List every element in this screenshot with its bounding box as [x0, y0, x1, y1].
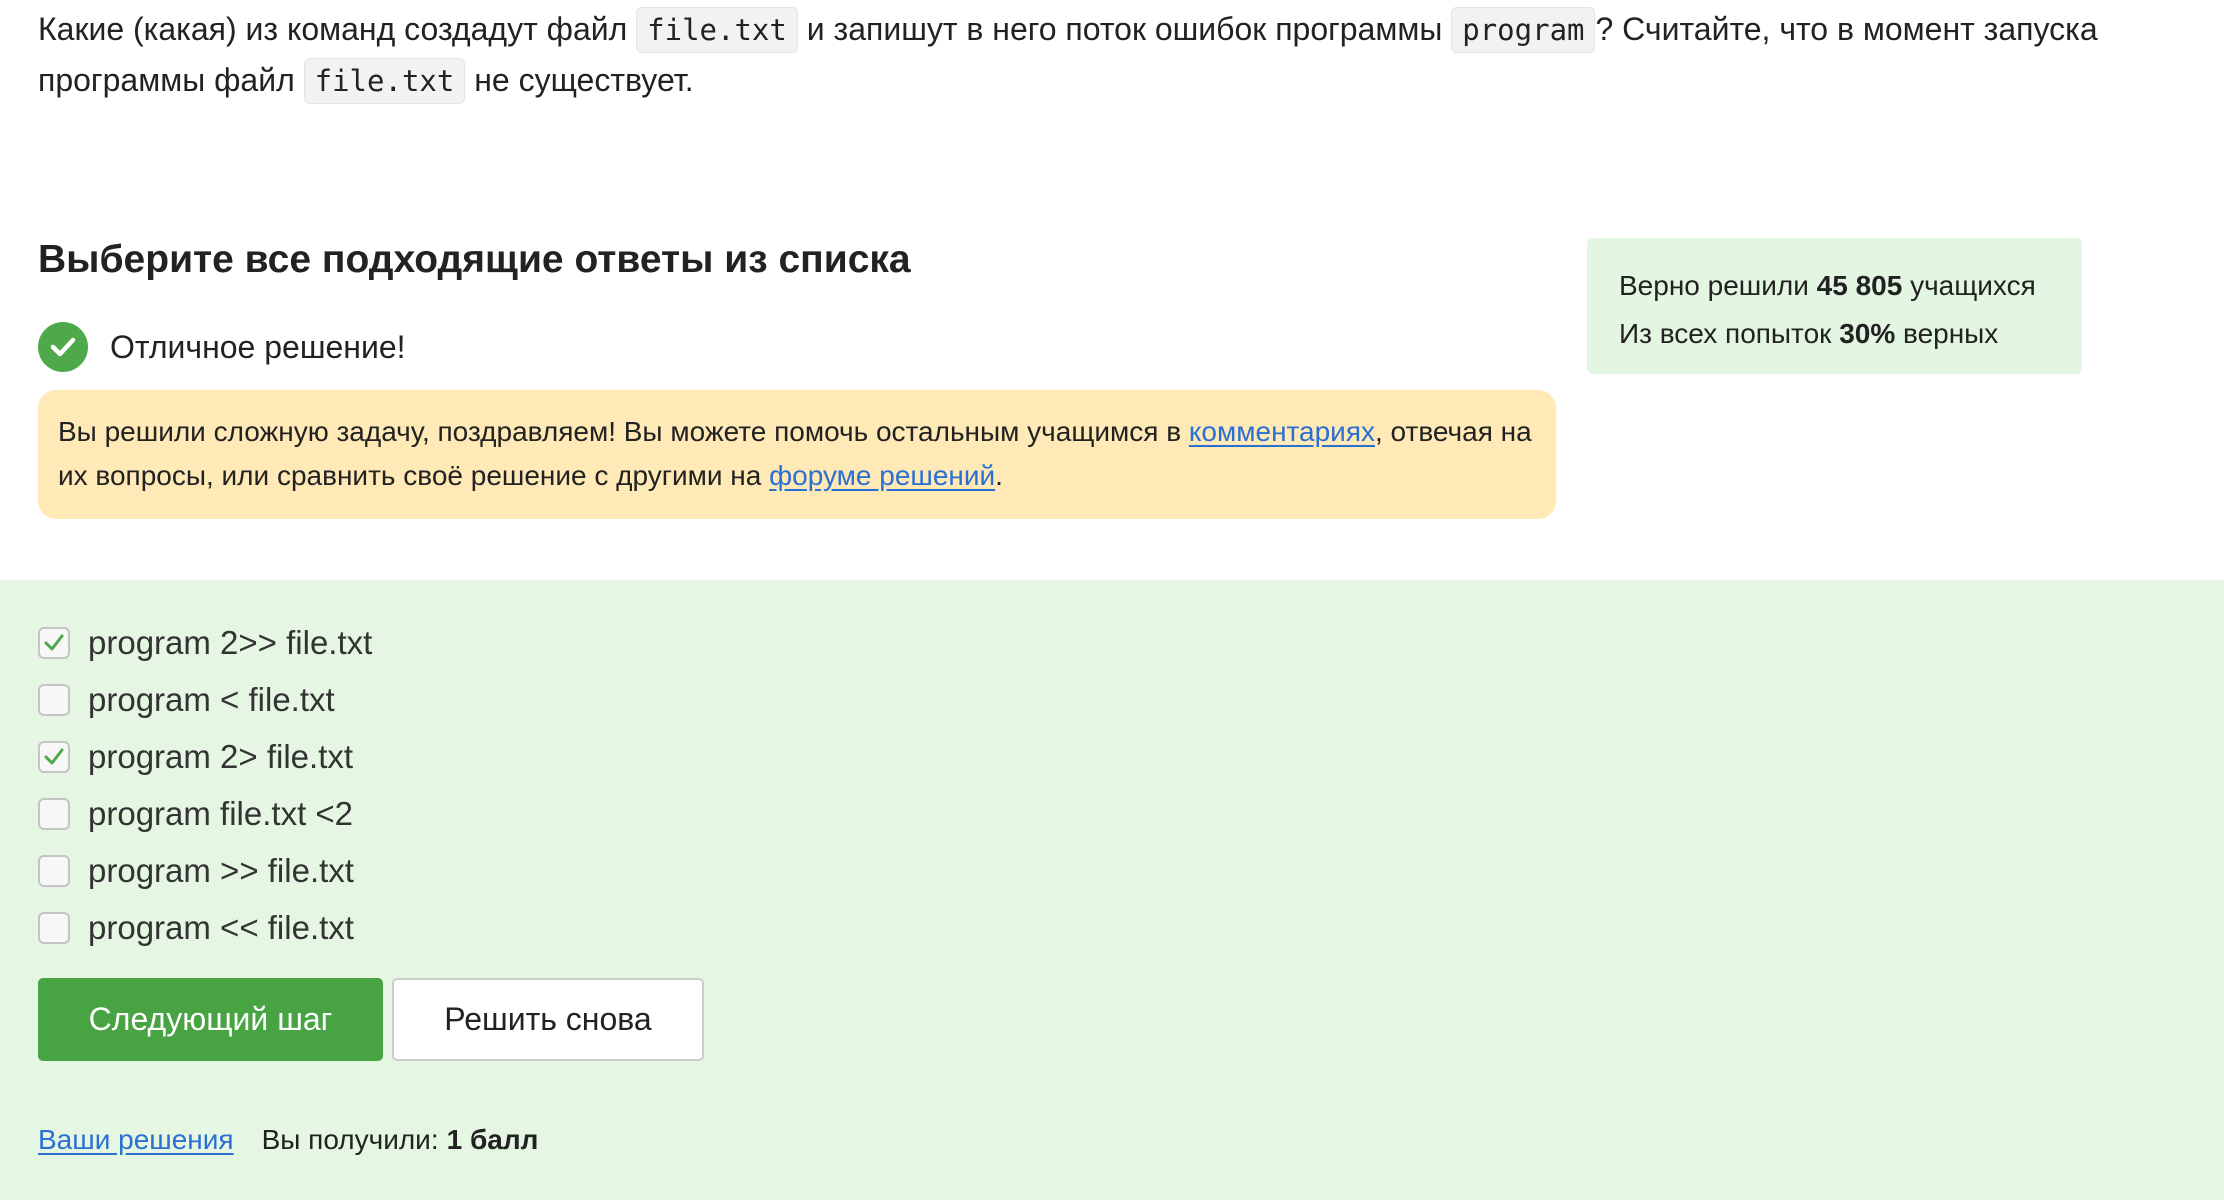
options-list: program 2>> file.txt program < file.txt … [38, 614, 372, 956]
solved-count: 45 805 [1816, 270, 1903, 301]
next-step-button[interactable]: Следующий шаг [38, 978, 383, 1061]
stats-label: учащихся [1910, 270, 2036, 301]
checkmark-icon [44, 634, 64, 650]
option-item[interactable]: program file.txt <2 [38, 785, 372, 842]
footer-bar: Ваши решения Вы получили: 1 балл [38, 1124, 538, 1156]
checkmark-icon [44, 748, 64, 764]
success-percent: 30% [1839, 318, 1896, 349]
score-label: Вы получили: [261, 1124, 439, 1155]
solutions-forum-link[interactable]: форуме решений [769, 460, 995, 491]
stats-label: верных [1903, 318, 1999, 349]
inline-code: file.txt [636, 7, 798, 53]
checkbox[interactable] [38, 797, 70, 830]
section-title: Выберите все подходящие ответы из списка [38, 238, 911, 281]
success-message: Отличное решение! [38, 322, 406, 372]
checkbox[interactable] [38, 683, 70, 716]
checkbox[interactable] [38, 911, 70, 944]
option-item[interactable]: program 2>> file.txt [38, 614, 372, 671]
stats-percent-line: Из всех попыток 30% верных [1619, 310, 2050, 358]
stats-panel: Верно решили 45 805 учащихся Из всех поп… [1587, 238, 2082, 374]
option-label: program << file.txt [88, 908, 354, 946]
checkbox[interactable] [38, 626, 70, 659]
stats-label: Из всех попыток [1619, 318, 1832, 349]
question-part: Какие (какая) из команд создадут файл [38, 11, 628, 47]
solve-again-button[interactable]: Решить снова [392, 978, 704, 1061]
option-label: program >> file.txt [88, 851, 354, 889]
inline-code: program [1451, 7, 1596, 53]
option-label: program file.txt <2 [88, 794, 354, 832]
comments-link[interactable]: комментариях [1189, 416, 1375, 447]
question-part: не существует. [474, 62, 694, 98]
option-item[interactable]: program < file.txt [38, 671, 372, 728]
question-part: и запишут в него поток ошибок программы [806, 11, 1443, 47]
congrats-text: Вы решили сложную задачу, поздравляем! В… [58, 416, 1182, 447]
option-item[interactable]: program 2> file.txt [38, 728, 372, 785]
option-label: program 2>> file.txt [88, 623, 373, 661]
option-item[interactable]: program << file.txt [38, 899, 372, 956]
congrats-notice: Вы решили сложную задачу, поздравляем! В… [38, 390, 1556, 519]
stats-solved-line: Верно решили 45 805 учащихся [1619, 262, 2050, 310]
checkbox[interactable] [38, 740, 70, 773]
option-item[interactable]: program >> file.txt [38, 842, 372, 899]
question-text: Какие (какая) из команд создадут файл fi… [38, 4, 2138, 106]
your-solutions-link[interactable]: Ваши решения [38, 1124, 234, 1156]
inline-code: file.txt [303, 58, 466, 104]
score-value: 1 балл [446, 1124, 539, 1155]
stats-label: Верно решили [1619, 270, 1809, 301]
success-text: Отличное решение! [110, 328, 406, 365]
congrats-text: . [995, 460, 1003, 491]
option-label: program 2> file.txt [88, 737, 354, 775]
option-label: program < file.txt [88, 680, 335, 718]
checkbox[interactable] [38, 854, 70, 887]
check-circle-icon [38, 322, 88, 372]
